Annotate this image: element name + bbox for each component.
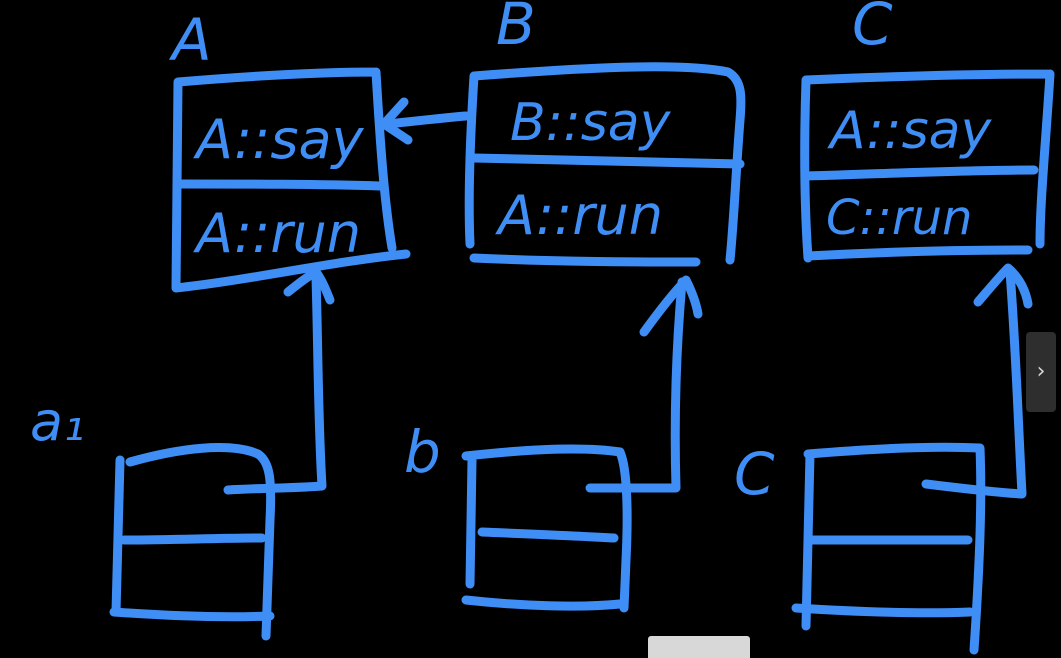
class-c-method-2: C::run — [826, 190, 972, 246]
inheritance-arrow — [379, 97, 471, 145]
object-c-label: C — [734, 440, 775, 508]
class-a-method-2: A::run — [193, 202, 361, 265]
object-a1-label: a₁ — [30, 390, 85, 453]
class-c-method-1: A::say — [827, 101, 993, 161]
class-b: B B::say A::run — [464, 0, 746, 267]
object-c-pointer — [921, 267, 1027, 499]
class-b-method-1: B::say — [510, 93, 672, 153]
object-c-arrowhead — [973, 263, 1033, 309]
object-b: b — [404, 275, 703, 613]
object-b-label: b — [404, 418, 441, 486]
class-b-method-2: A::run — [495, 184, 663, 247]
object-b-arrowhead — [639, 275, 703, 337]
class-c: C A::say C::run — [800, 0, 1055, 263]
diagram: A A::say A::run B B::say A::run C A::say… — [30, 0, 1055, 655]
object-b-pointer — [585, 277, 687, 493]
object-c: C — [734, 263, 1033, 655]
object-a1-box — [109, 443, 276, 641]
chevron-right-icon: › — [1036, 359, 1046, 384]
whiteboard-canvas: A A::say A::run B B::say A::run C A::say… — [0, 0, 1061, 658]
class-a-title: A — [168, 6, 212, 74]
object-a1-pointer — [223, 273, 327, 495]
class-a-divider — [173, 179, 385, 191]
object-a1: a₁ — [30, 267, 335, 641]
object-c-box — [791, 442, 986, 655]
next-slide-button[interactable]: › — [1026, 332, 1056, 412]
object-a1-arrowhead — [283, 267, 335, 305]
class-b-title: B — [496, 0, 536, 58]
class-b-divider — [469, 153, 745, 169]
class-c-divider — [801, 165, 1039, 181]
class-c-title: C — [852, 0, 893, 58]
object-b-box — [461, 444, 632, 613]
class-a-method-1: A::say — [193, 108, 365, 171]
watermark — [648, 636, 750, 658]
class-a: A A::say A::run — [168, 6, 411, 293]
